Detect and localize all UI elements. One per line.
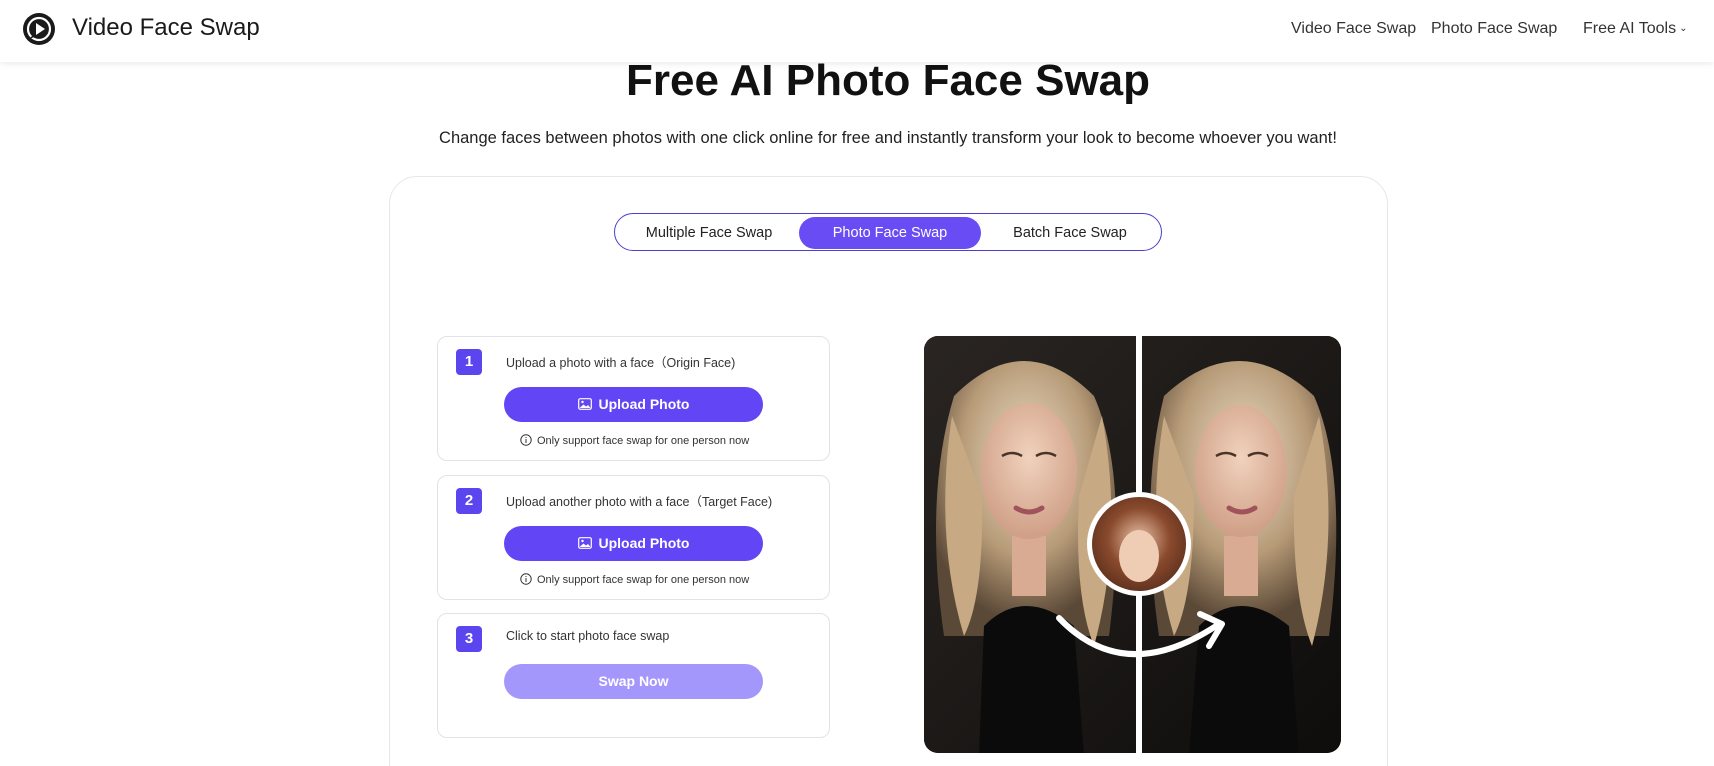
step-number: 3 [456, 626, 482, 652]
step-instruction: Upload another photo with a face（Target … [506, 495, 773, 509]
nav-photo-face-swap[interactable]: Photo Face Swap [1431, 20, 1557, 38]
swap-now-button[interactable]: Swap Now [504, 664, 763, 699]
step-number: 1 [456, 349, 482, 375]
site-header: Video Face Swap Video Face Swap Photo Fa… [0, 0, 1714, 62]
page-subtitle: Change faces between photos with one cli… [439, 129, 1337, 147]
tab-multiple-face-swap[interactable]: Multiple Face Swap [618, 217, 800, 249]
step-number: 2 [456, 488, 482, 514]
nav-free-ai-tools[interactable]: Free AI Tools ⌄ [1583, 20, 1687, 38]
image-icon [577, 398, 592, 410]
info-circle-icon [520, 434, 532, 446]
upload-target-photo-label: Upload Photo [598, 535, 690, 551]
brand-name[interactable]: Video Face Swap [72, 14, 260, 42]
step-instruction: Upload a photo with a face（Origin Face) [506, 356, 736, 370]
tab-photo-face-swap[interactable]: Photo Face Swap [799, 217, 981, 249]
info-circle-icon [520, 573, 532, 585]
step-instruction: Click to start photo face swap [506, 629, 670, 643]
upload-origin-photo-label: Upload Photo [598, 396, 690, 412]
mode-tabs: Multiple Face Swap Photo Face Swap Batch… [614, 213, 1162, 251]
image-icon [577, 537, 592, 549]
step-origin-face: 1 Upload a photo with a face（Origin Face… [437, 336, 830, 461]
face-swap-example-image [924, 336, 1341, 753]
nav-video-face-swap[interactable]: Video Face Swap [1291, 20, 1416, 38]
example-illustration [924, 336, 1341, 753]
step-target-face: 2 Upload another photo with a face（Targe… [437, 475, 830, 600]
step-swap: 3 Click to start photo face swap Swap No… [437, 613, 830, 738]
upload-target-photo-button[interactable]: Upload Photo [504, 526, 763, 561]
tab-batch-face-swap[interactable]: Batch Face Swap [981, 217, 1159, 249]
support-note-text: Only support face swap for one person no… [537, 435, 750, 447]
nav-free-ai-tools-label: Free AI Tools [1583, 20, 1677, 37]
upload-origin-photo-button[interactable]: Upload Photo [504, 387, 763, 422]
support-note: Only support face swap for one person no… [520, 573, 749, 586]
support-note: Only support face swap for one person no… [520, 434, 749, 447]
chevron-down-icon: ⌄ [1679, 23, 1688, 35]
logo-icon[interactable] [22, 12, 56, 46]
support-note-text: Only support face swap for one person no… [537, 574, 750, 586]
page-title: Free AI Photo Face Swap [625, 56, 1151, 105]
